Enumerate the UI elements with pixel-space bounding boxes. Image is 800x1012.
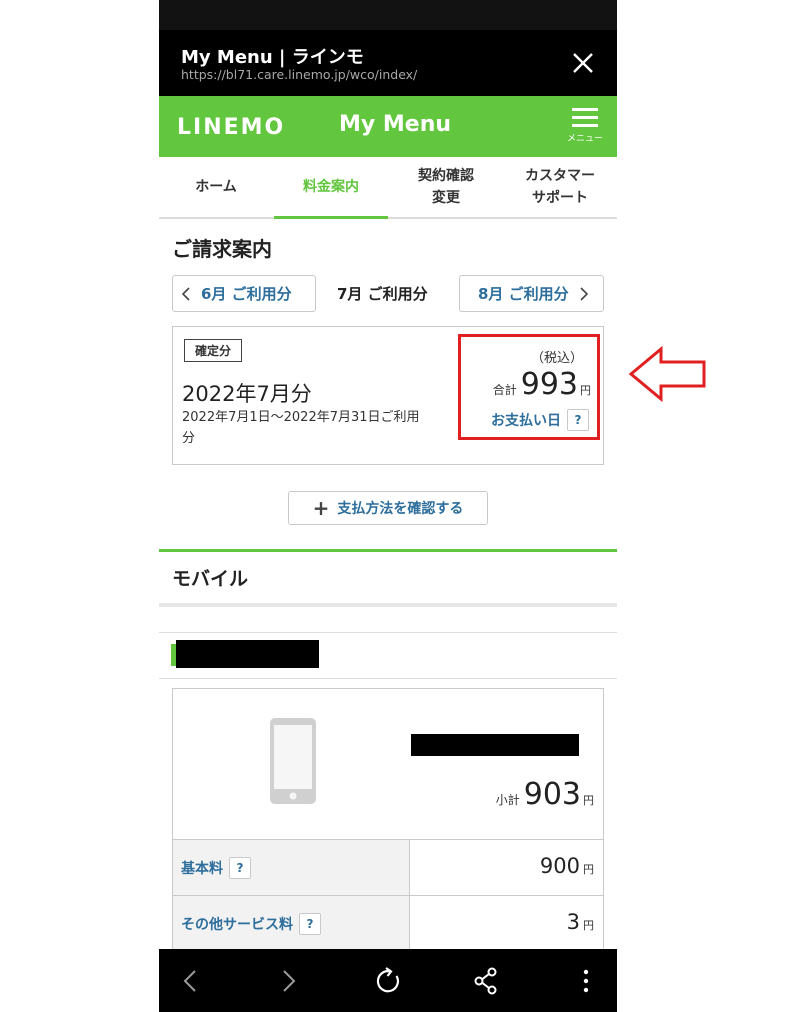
chevron-right-icon bbox=[580, 286, 588, 301]
forward-icon[interactable] bbox=[272, 965, 304, 997]
menu-label: メニュー bbox=[567, 134, 604, 144]
next-month-label: 8月 ご利用分 bbox=[478, 285, 569, 303]
currency-label: 円 bbox=[583, 794, 594, 807]
hamburger-menu-icon bbox=[567, 106, 603, 127]
total-label: 合計 bbox=[492, 383, 517, 397]
menu-button[interactable]: メニュー bbox=[567, 106, 603, 150]
browser-url[interactable]: https://bl71.care.linemo.jp/wco/index/ bbox=[181, 67, 417, 82]
section-divider bbox=[159, 603, 617, 607]
reload-icon[interactable] bbox=[372, 965, 404, 997]
currency-label: 円 bbox=[583, 863, 594, 876]
billing-section-title: ご請求案内 bbox=[172, 237, 272, 261]
help-icon[interactable]: ? bbox=[567, 409, 589, 431]
table-row: 基本料 ? 900 円 bbox=[173, 840, 603, 896]
tab-label: 料金案内 bbox=[303, 179, 359, 195]
bill-period: 2022年7月1日〜2022年7月31日ご利用分 bbox=[182, 410, 420, 446]
fee-label-cell: 基本料 ? bbox=[173, 840, 410, 895]
total-value: 993 bbox=[520, 367, 578, 402]
next-month-button[interactable]: 8月 ご利用分 bbox=[459, 275, 604, 312]
payment-button-label: 支払方法を確認する bbox=[337, 501, 464, 517]
browser-bar: My Menu | ラインモ https://bl71.care.linemo.… bbox=[159, 30, 617, 96]
fee-value-cell: 3円 bbox=[567, 910, 594, 934]
tab-label-line2: 変更 bbox=[432, 190, 460, 206]
share-icon[interactable] bbox=[470, 965, 502, 997]
currency-label: 円 bbox=[580, 384, 591, 397]
currency-label: 円 bbox=[583, 919, 594, 932]
redacted-plan-name bbox=[411, 734, 579, 756]
fee-label-cell: その他サービス料 ? bbox=[173, 896, 410, 951]
linemo-logo[interactable]: LINEMO bbox=[177, 115, 285, 140]
subtotal-value: 903 bbox=[523, 777, 581, 812]
tab-support[interactable]: カスタマー サポート bbox=[503, 157, 617, 217]
bill-summary-card: 確定分 2022年7月分 2022年7月1日〜2022年7月31日ご利用分 （税… bbox=[172, 326, 604, 465]
mobile-section-title: モバイル bbox=[172, 568, 249, 590]
close-icon[interactable] bbox=[571, 51, 595, 75]
subtotal-label: 小計 bbox=[495, 793, 520, 807]
header-title: My Menu bbox=[339, 112, 452, 137]
tab-label: ホーム bbox=[195, 179, 237, 195]
chevron-left-icon bbox=[181, 286, 190, 301]
tax-label: （税込） bbox=[530, 351, 583, 366]
back-icon[interactable] bbox=[175, 965, 207, 997]
nav-tabs: ホーム 料金案内 契約確認 変更 カスタマー サポート bbox=[159, 157, 617, 219]
fee-label[interactable]: その他サービス料 bbox=[181, 914, 293, 934]
prev-month-label: 6月 ご利用分 bbox=[201, 285, 292, 303]
app-header: LINEMO My Menu メニュー bbox=[159, 96, 617, 157]
fee-table: 基本料 ? 900 円 その他サービス料 ? 3円 bbox=[173, 839, 603, 952]
fee-value: 900 bbox=[539, 854, 580, 878]
tab-contract[interactable]: 契約確認 変更 bbox=[389, 157, 503, 217]
payment-date: お支払い日 ? bbox=[491, 409, 589, 431]
tab-billing[interactable]: 料金案内 bbox=[274, 157, 388, 219]
more-vertical-icon[interactable] bbox=[570, 965, 602, 997]
check-payment-method-button[interactable]: + 支払方法を確認する bbox=[288, 491, 488, 525]
total-amount: 合計 993 円 bbox=[493, 367, 591, 402]
help-icon[interactable]: ? bbox=[299, 912, 321, 935]
payment-date-link[interactable]: お支払い日 bbox=[491, 410, 561, 430]
fee-value: 3 bbox=[566, 910, 580, 934]
subtotal-amount: 小計 903 円 bbox=[496, 777, 594, 812]
highlight-box: （税込） 合計 993 円 お支払い日 ? bbox=[458, 334, 600, 440]
browser-bottom-nav bbox=[159, 949, 617, 1012]
help-icon[interactable]: ? bbox=[229, 856, 251, 879]
prev-month-button[interactable]: 6月 ご利用分 bbox=[172, 275, 316, 312]
tab-label-line1: カスタマー bbox=[525, 168, 595, 184]
status-badge: 確定分 bbox=[184, 339, 243, 362]
smartphone-icon bbox=[270, 718, 316, 804]
redacted-phone-number bbox=[176, 640, 319, 668]
tab-home[interactable]: ホーム bbox=[159, 157, 273, 217]
current-month-label: 7月 ご利用分 bbox=[337, 285, 428, 303]
section-divider bbox=[159, 549, 617, 552]
bill-month: 2022年7月分 bbox=[182, 382, 312, 406]
browser-page-title: My Menu | ラインモ bbox=[181, 47, 364, 68]
line-header bbox=[159, 632, 617, 679]
status-bar bbox=[159, 0, 617, 30]
plus-icon: + bbox=[312, 496, 330, 520]
tab-label: 契約確認 変更 bbox=[418, 165, 474, 209]
left-arrow-annotation-icon bbox=[628, 346, 706, 402]
tab-label-line1: 契約確認 bbox=[418, 168, 474, 184]
table-row: その他サービス料 ? 3円 bbox=[173, 896, 603, 952]
fee-label[interactable]: 基本料 bbox=[181, 858, 223, 878]
tab-label-line2: サポート bbox=[532, 190, 588, 206]
device-charge-card: 小計 903 円 基本料 ? 900 円 その他サービス料 ? 3円 bbox=[172, 688, 604, 952]
tab-label: カスタマー サポート bbox=[525, 165, 595, 209]
phone-screen: My Menu | ラインモ https://bl71.care.linemo.… bbox=[159, 0, 617, 1012]
fee-value-cell: 900 円 bbox=[540, 854, 594, 878]
